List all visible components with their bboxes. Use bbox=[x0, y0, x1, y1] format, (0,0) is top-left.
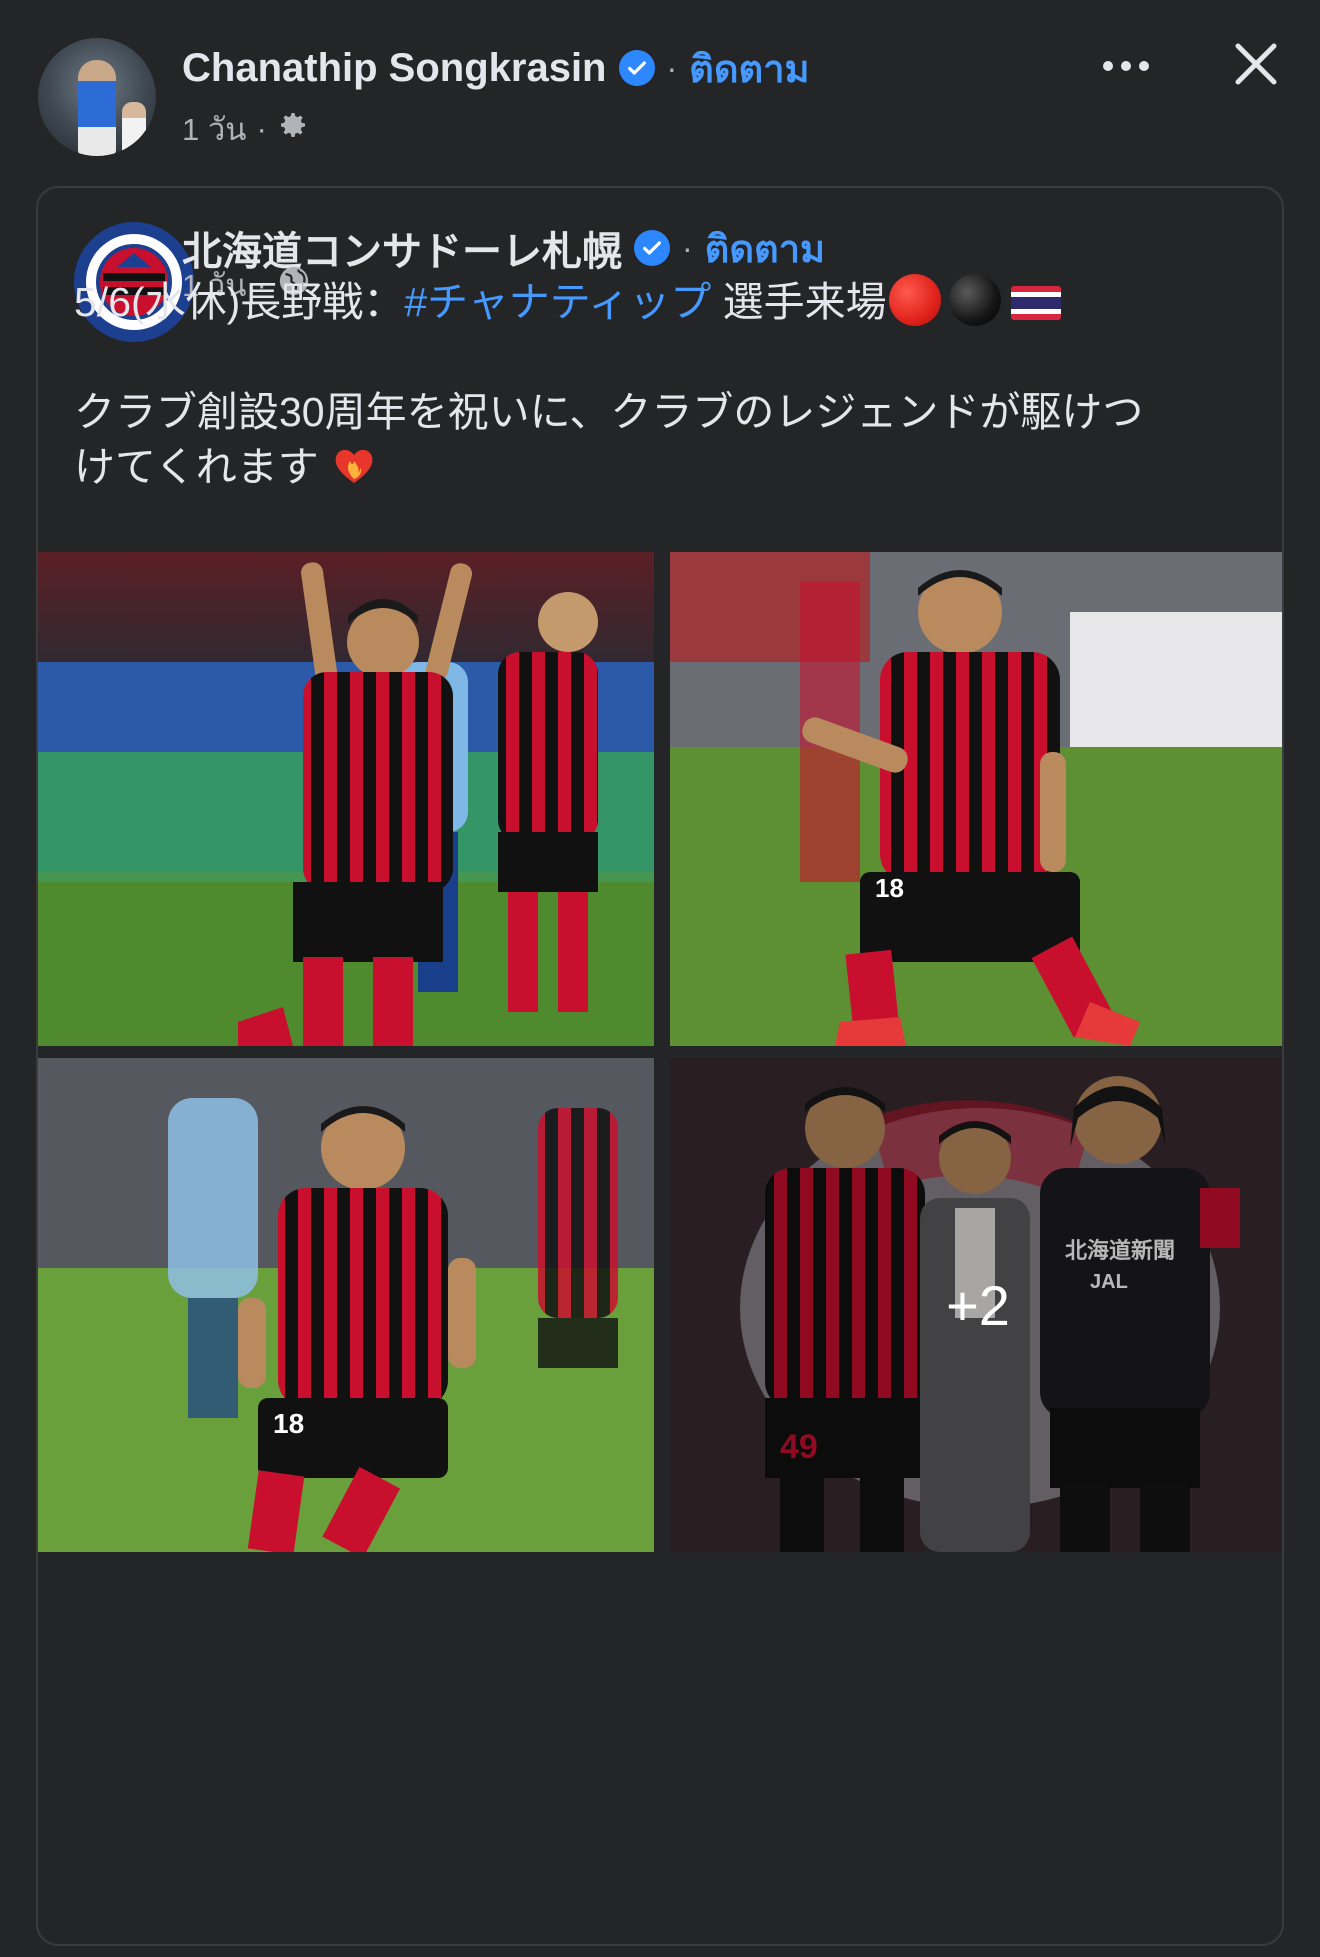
red-circle-emoji bbox=[888, 274, 941, 326]
author-name[interactable]: Chanathip Songkrasin bbox=[182, 46, 607, 91]
hashtag-link[interactable]: #チャナティップ bbox=[404, 279, 711, 325]
photo-3[interactable]: 18 bbox=[38, 1058, 654, 1552]
author-avatar[interactable] bbox=[38, 38, 156, 156]
photo-2[interactable]: 18 bbox=[670, 552, 1282, 1046]
more-icon-dot bbox=[1121, 61, 1131, 71]
verified-badge-icon bbox=[618, 50, 655, 86]
svg-text:18: 18 bbox=[875, 873, 904, 903]
close-button[interactable] bbox=[1228, 36, 1284, 92]
message-line-2: クラブ創設30周年を祝いに、クラブのレジェンドが駆けつ bbox=[74, 389, 1144, 435]
message-line-3-text: けてくれます bbox=[74, 444, 319, 490]
separator-dot: · bbox=[682, 229, 693, 266]
gear-icon bbox=[277, 109, 309, 149]
avatar-figure-secondary bbox=[122, 102, 146, 156]
more-icon bbox=[1103, 61, 1113, 71]
post-time[interactable]: 1 วัน bbox=[182, 104, 246, 154]
follow-button[interactable]: ติดตาม bbox=[689, 38, 809, 99]
close-icon bbox=[1235, 43, 1277, 85]
match-info-text: 5/6(水休)長野戦： bbox=[74, 279, 405, 325]
attendance-text: 選手来場 bbox=[711, 279, 887, 325]
photo-1[interactable] bbox=[38, 552, 654, 1046]
thai-flag-emoji bbox=[1010, 286, 1061, 320]
shared-post-card[interactable]: 北海道コンサドーレ札幌 · ติดตาม 1 วัน · 5/6(水休)長野戦：… bbox=[36, 186, 1284, 1946]
black-circle-emoji bbox=[948, 274, 1001, 326]
message-line-1: 5/6(水休)長野戦：#チャナティップ 選手来場 bbox=[74, 274, 1254, 330]
more-icon-dot bbox=[1139, 61, 1149, 71]
heart-on-fire-emoji bbox=[330, 441, 378, 485]
meta-separator: · bbox=[256, 111, 267, 146]
outer-post-header: Chanathip Songkrasin · ติดตาม bbox=[182, 40, 810, 96]
follow-button[interactable]: ติดตาม bbox=[705, 218, 825, 279]
more-photos-overlay[interactable]: +2 bbox=[670, 1058, 1282, 1552]
separator-dot: · bbox=[666, 49, 678, 86]
more-photos-count: +2 bbox=[946, 1273, 1010, 1337]
outer-post-meta: 1 วัน · bbox=[182, 104, 309, 154]
photo-4[interactable]: 49 北海道新聞 JAL +2 bbox=[670, 1058, 1282, 1552]
svg-text:18: 18 bbox=[273, 1408, 304, 1439]
avatar-figure bbox=[78, 60, 116, 156]
message-line-3: けてくれます bbox=[74, 440, 1254, 495]
more-options-button[interactable] bbox=[1090, 44, 1162, 88]
verified-badge-icon bbox=[634, 230, 670, 266]
